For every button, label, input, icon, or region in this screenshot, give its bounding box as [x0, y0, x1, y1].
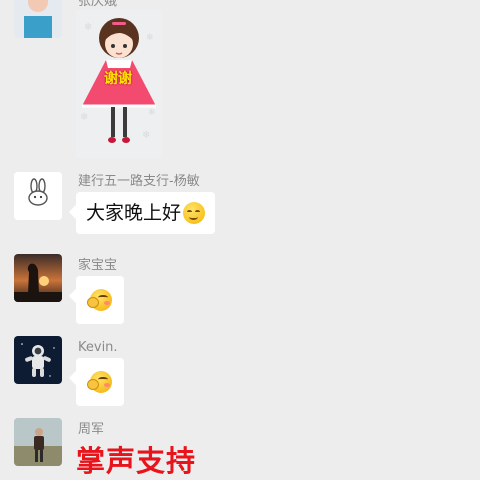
applause-sticker[interactable]: 掌声支持 [76, 438, 196, 480]
avatar[interactable] [14, 336, 62, 384]
smile-emoji-icon [183, 202, 206, 224]
svg-text:❄: ❄ [80, 112, 88, 123]
blushing-emoji-icon [87, 289, 112, 311]
sender-name: 建行五一路支行-杨敏 [78, 174, 200, 189]
sender-name: 周军 [78, 422, 105, 437]
svg-text:❄: ❄ [146, 33, 154, 43]
sender-name: 张庆娥 [78, 0, 118, 9]
person-photo-avatar-icon [14, 418, 62, 466]
astronaut-avatar-icon [14, 336, 62, 384]
sender-name: 家宝宝 [78, 258, 118, 273]
sticker-bubble[interactable] [76, 358, 124, 406]
message-bubble[interactable]: 大家晚上好 [76, 192, 216, 234]
sticker-caption: 谢谢 [104, 71, 132, 87]
blushing-emoji-icon [87, 371, 112, 393]
sticker-image[interactable]: ❄ ❄ ❄ ❄ ❄ 谢谢 [76, 10, 162, 158]
svg-text:❄: ❄ [148, 108, 156, 118]
sticker-bubble[interactable] [76, 276, 124, 324]
sender-name: Kevin. [78, 340, 118, 355]
avatar[interactable] [14, 172, 62, 220]
avatar[interactable] [14, 0, 62, 38]
svg-text:❄: ❄ [84, 22, 92, 33]
bunny-avatar-icon [14, 172, 62, 220]
svg-text:❄: ❄ [142, 130, 150, 141]
avatar[interactable] [14, 418, 62, 466]
sunset-avatar-icon [14, 254, 62, 302]
avatar[interactable] [14, 254, 62, 302]
message-text: 大家晚上好 [86, 202, 182, 224]
